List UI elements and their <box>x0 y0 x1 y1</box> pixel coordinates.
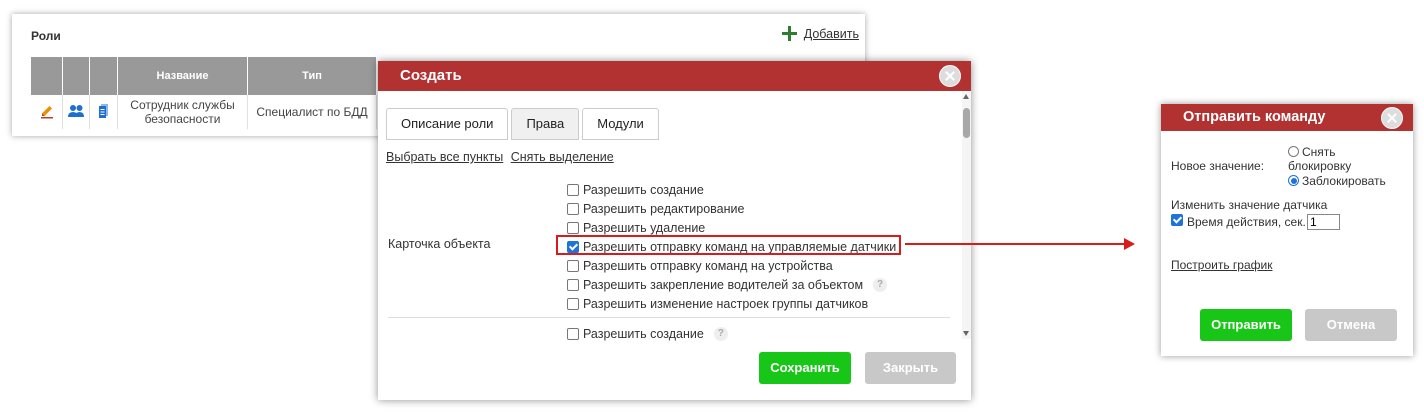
send-command-dialog: Отправить команду Новое значение: Снять … <box>1161 104 1413 356</box>
table-header-row: Название Тип <box>31 57 377 95</box>
permission-checkbox[interactable] <box>567 278 579 291</box>
permission-checkbox[interactable] <box>567 297 579 310</box>
change-sensor-label: Изменить значение датчика <box>1171 198 1328 212</box>
permission-label: Разрешить редактирование <box>583 201 745 216</box>
permission-label: Разрешить изменение настроек группы датч… <box>583 296 869 311</box>
permission-item[interactable]: Разрешить редактирование <box>567 199 896 218</box>
help-icon[interactable]: ? <box>713 326 728 341</box>
plus-icon <box>781 26 797 41</box>
scroll-thumb[interactable] <box>963 108 970 138</box>
save-button[interactable]: Сохранить <box>759 352 851 384</box>
close-button[interactable]: Закрыть <box>865 352 956 384</box>
radio-unlock-button[interactable] <box>1288 146 1299 157</box>
duration-label: Время действия, сек. <box>1187 215 1306 229</box>
dialog-tabs: Описание роли Права Модули <box>386 108 659 140</box>
help-icon[interactable]: ? <box>873 277 888 292</box>
users-cell[interactable] <box>62 95 90 129</box>
create-role-dialog: Создать Описание роли Права Модули Выбра… <box>378 61 971 400</box>
radio-unlock-label-1: Снять <box>1302 145 1336 159</box>
radio-lock-button[interactable] <box>1288 175 1299 186</box>
permission-item[interactable]: Разрешить создание <box>567 180 896 199</box>
column-header <box>62 57 90 95</box>
send-dialog-header: Отправить команду <box>1161 104 1413 131</box>
radio-unlock-label-2: блокировку <box>1288 159 1352 173</box>
tab-modules[interactable]: Модули <box>582 108 659 140</box>
new-value-label: Новое значение: <box>1171 159 1265 173</box>
dialog-header: Создать <box>378 61 971 91</box>
permission-checkbox[interactable] <box>567 259 579 272</box>
duration-input[interactable]: 1 <box>1307 214 1340 230</box>
close-icon[interactable] <box>1381 107 1403 129</box>
permission-list-2: Разрешить создание ? <box>567 324 728 343</box>
select-all-link[interactable]: Выбрать все пункты <box>386 150 503 164</box>
table-row: Сотрудник службы безопасности Специалист… <box>31 95 377 129</box>
vertical-scrollbar[interactable] <box>962 91 971 339</box>
section-divider <box>388 317 950 318</box>
permission-label: Разрешить создание <box>583 182 704 197</box>
document-icon[interactable] <box>97 103 111 119</box>
selection-links: Выбрать все пункты Снять выделение <box>386 150 618 164</box>
permission-label: Разрешить отправку команд на устройства <box>583 258 833 273</box>
tab-role-description[interactable]: Описание роли <box>386 108 509 140</box>
duration-checkbox[interactable] <box>1171 214 1183 226</box>
permission-item[interactable]: Разрешить отправку команд на устройства <box>567 256 896 275</box>
tab-rights[interactable]: Права <box>511 108 580 140</box>
permission-checkbox[interactable] <box>567 327 579 340</box>
dialog-title: Создать <box>400 67 462 84</box>
add-role-link[interactable]: Добавить <box>804 27 859 41</box>
scroll-up-arrow-icon[interactable] <box>963 94 969 99</box>
scroll-down-arrow-icon[interactable] <box>963 331 969 336</box>
permission-item[interactable]: Разрешить закрепление водителей за объек… <box>567 275 896 294</box>
column-header-type[interactable]: Тип <box>247 57 377 95</box>
build-chart-link[interactable]: Построить график <box>1171 258 1272 272</box>
role-name-cell: Сотрудник службы безопасности <box>117 95 248 129</box>
cancel-button[interactable]: Отмена <box>1305 309 1397 341</box>
duration-option[interactable]: Время действия, сек. <box>1171 214 1306 229</box>
column-header <box>31 57 63 95</box>
column-header-name[interactable]: Название <box>117 57 248 95</box>
send-dialog-title: Отправить команду <box>1183 109 1326 125</box>
arrow-head-icon <box>1124 238 1135 250</box>
column-header <box>89 57 118 95</box>
role-type-cell: Специалист по БДД <box>247 95 377 129</box>
permission-item[interactable]: Разрешить изменение настроек группы датч… <box>567 294 896 313</box>
permission-checkbox[interactable] <box>567 221 579 234</box>
permission-label: Разрешить создание <box>583 326 704 341</box>
edit-icon[interactable] <box>39 103 55 119</box>
document-cell[interactable] <box>89 95 118 129</box>
permission-checkbox[interactable] <box>567 202 579 215</box>
send-button[interactable]: Отправить <box>1200 309 1292 341</box>
permission-label: Разрешить удаление <box>583 220 706 235</box>
highlight-box <box>556 235 901 255</box>
arrow-line <box>905 243 1126 245</box>
permission-item[interactable]: Разрешить создание ? <box>567 324 728 343</box>
radio-lock-label: Заблокировать <box>1302 174 1386 188</box>
users-icon[interactable] <box>67 103 85 119</box>
radio-unlock[interactable]: Снять <box>1288 145 1336 159</box>
close-icon[interactable] <box>939 65 961 87</box>
permission-checkbox[interactable] <box>567 183 579 196</box>
deselect-link[interactable]: Снять выделение <box>511 150 614 164</box>
section-label: Карточка объекта <box>388 237 491 251</box>
edit-cell[interactable] <box>31 95 63 129</box>
roles-title: Роли <box>31 29 61 43</box>
add-role-button[interactable]: Добавить <box>781 26 859 41</box>
radio-lock[interactable]: Заблокировать <box>1288 174 1386 188</box>
roles-table: Название Тип Сотрудник службы безопаснос… <box>31 57 377 129</box>
permission-label: Разрешить закрепление водителей за объек… <box>583 277 864 292</box>
